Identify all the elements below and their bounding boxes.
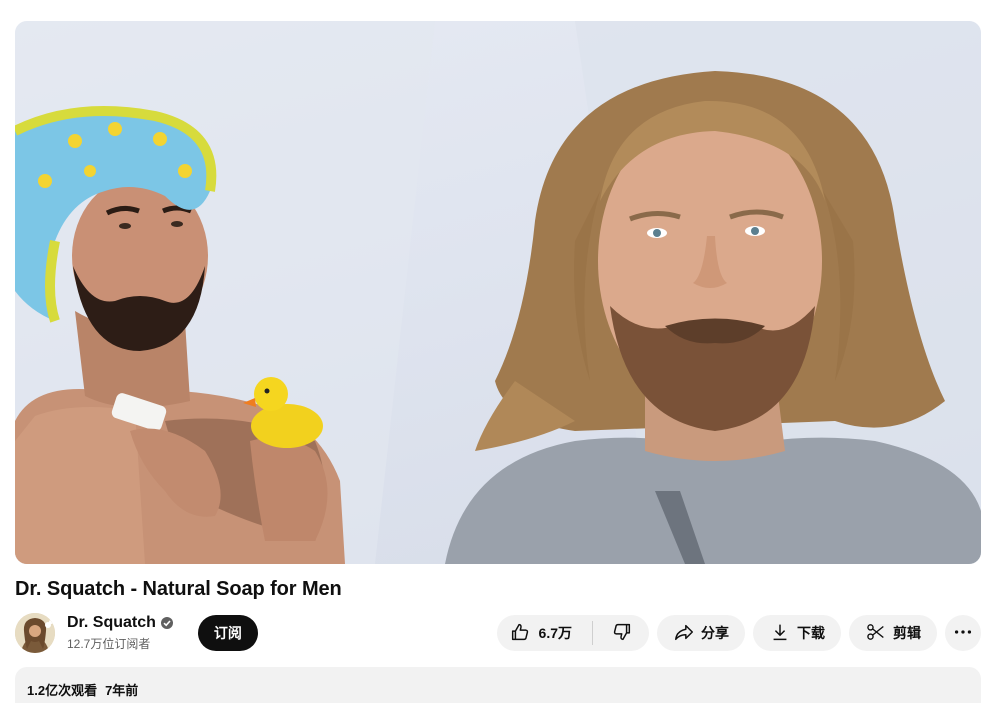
share-arrow-icon [673,621,695,646]
clip-button[interactable]: 剪辑 [849,615,937,651]
like-divider [592,621,593,645]
upload-age: 7年前 [105,683,139,698]
video-frame [15,21,981,564]
like-count: 6.7万 [538,625,572,641]
verified-check-icon [160,616,174,630]
share-label: 分享 [701,625,729,641]
description-box[interactable]: 1.2亿次观看 7年前 [15,667,981,703]
share-button[interactable]: 分享 [657,615,745,651]
video-title: Dr. Squatch - Natural Soap for Men [15,578,342,600]
more-actions-button[interactable] [945,615,981,651]
channel-avatar[interactable] [15,613,55,653]
subscriber-count: 12.7万位订阅者 [67,637,151,651]
view-count: 1.2亿次观看 [27,683,98,698]
subscribe-button[interactable]: 订阅 [197,615,258,651]
like-dislike-group: 6.7万 [496,615,649,651]
download-button[interactable]: 下载 [753,615,841,651]
video-meta: 1.2亿次观看 7年前 [27,680,969,699]
more-horizontal-icon [952,621,974,646]
download-label: 下载 [797,625,825,641]
thumb-up-icon [509,621,531,646]
video-player[interactable] [15,21,981,564]
dislike-button[interactable] [599,615,649,651]
channel-info: Dr. Squatch 12.7万位订阅者 [67,614,174,652]
clip-label: 剪辑 [893,625,921,641]
like-button[interactable]: 6.7万 [497,615,586,651]
channel-owner-row: Dr. Squatch 12.7万位订阅者 订阅 [15,612,258,654]
download-icon [769,621,791,646]
video-actions: 6.7万 分享 下载 剪辑 [496,615,981,651]
channel-name[interactable]: Dr. Squatch [67,614,156,632]
scissors-icon [865,621,887,646]
channel-name-row: Dr. Squatch [67,614,174,632]
thumb-down-icon [611,621,633,646]
